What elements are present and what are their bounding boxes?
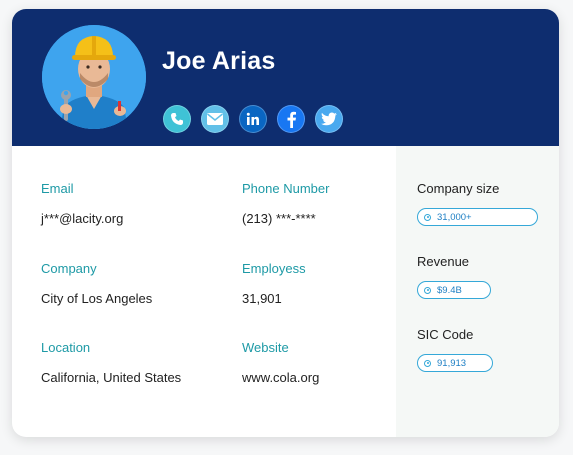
revenue-value: $9.4B <box>437 284 462 296</box>
website-value[interactable]: www.cola.org <box>242 370 319 385</box>
phone-label: Phone Number <box>242 181 330 196</box>
facebook-icon[interactable] <box>277 105 305 133</box>
sic-code-badge: 91,913 <box>417 354 493 372</box>
company-value: City of Los Angeles <box>41 291 153 306</box>
company-label: Company <box>41 261 97 276</box>
company-stats-panel: Company size 31,000+ Revenue $9.4B SIC C… <box>396 146 559 437</box>
avatar <box>42 25 146 129</box>
revenue-label: Revenue <box>417 254 470 269</box>
twitter-icon[interactable] <box>315 105 343 133</box>
location-value: California, United States <box>41 370 182 385</box>
revenue-badge: $9.4B <box>417 281 491 299</box>
phone-icon[interactable] <box>163 105 191 133</box>
website-label: Website <box>242 340 289 355</box>
contact-name: Joe Arias <box>162 47 276 75</box>
linkedin-icon[interactable] <box>239 105 267 133</box>
contact-card: Joe Arias Email j***@lacity.org Phone Nu… <box>12 9 559 437</box>
email-value: j***@lacity.org <box>41 211 124 226</box>
card-header: Joe Arias <box>12 9 559 146</box>
badge-dot-icon <box>424 359 431 367</box>
location-label: Location <box>41 340 91 355</box>
sic-code-value: 91,913 <box>437 357 467 369</box>
employees-label: Employess <box>242 261 306 276</box>
sic-code-label: SIC Code <box>417 327 474 342</box>
phone-value: (213) ***-**** <box>242 211 316 226</box>
badge-dot-icon <box>424 286 431 294</box>
email-icon[interactable] <box>201 105 229 133</box>
badge-dot-icon <box>424 213 431 221</box>
company-size-label: Company size <box>417 181 500 196</box>
avatar-image <box>42 25 146 129</box>
social-links <box>163 105 343 133</box>
company-size-badge: 31,000+ <box>417 208 538 226</box>
employees-value: 31,901 <box>242 291 282 306</box>
email-label: Email <box>41 181 74 196</box>
company-size-value: 31,000+ <box>437 211 472 223</box>
